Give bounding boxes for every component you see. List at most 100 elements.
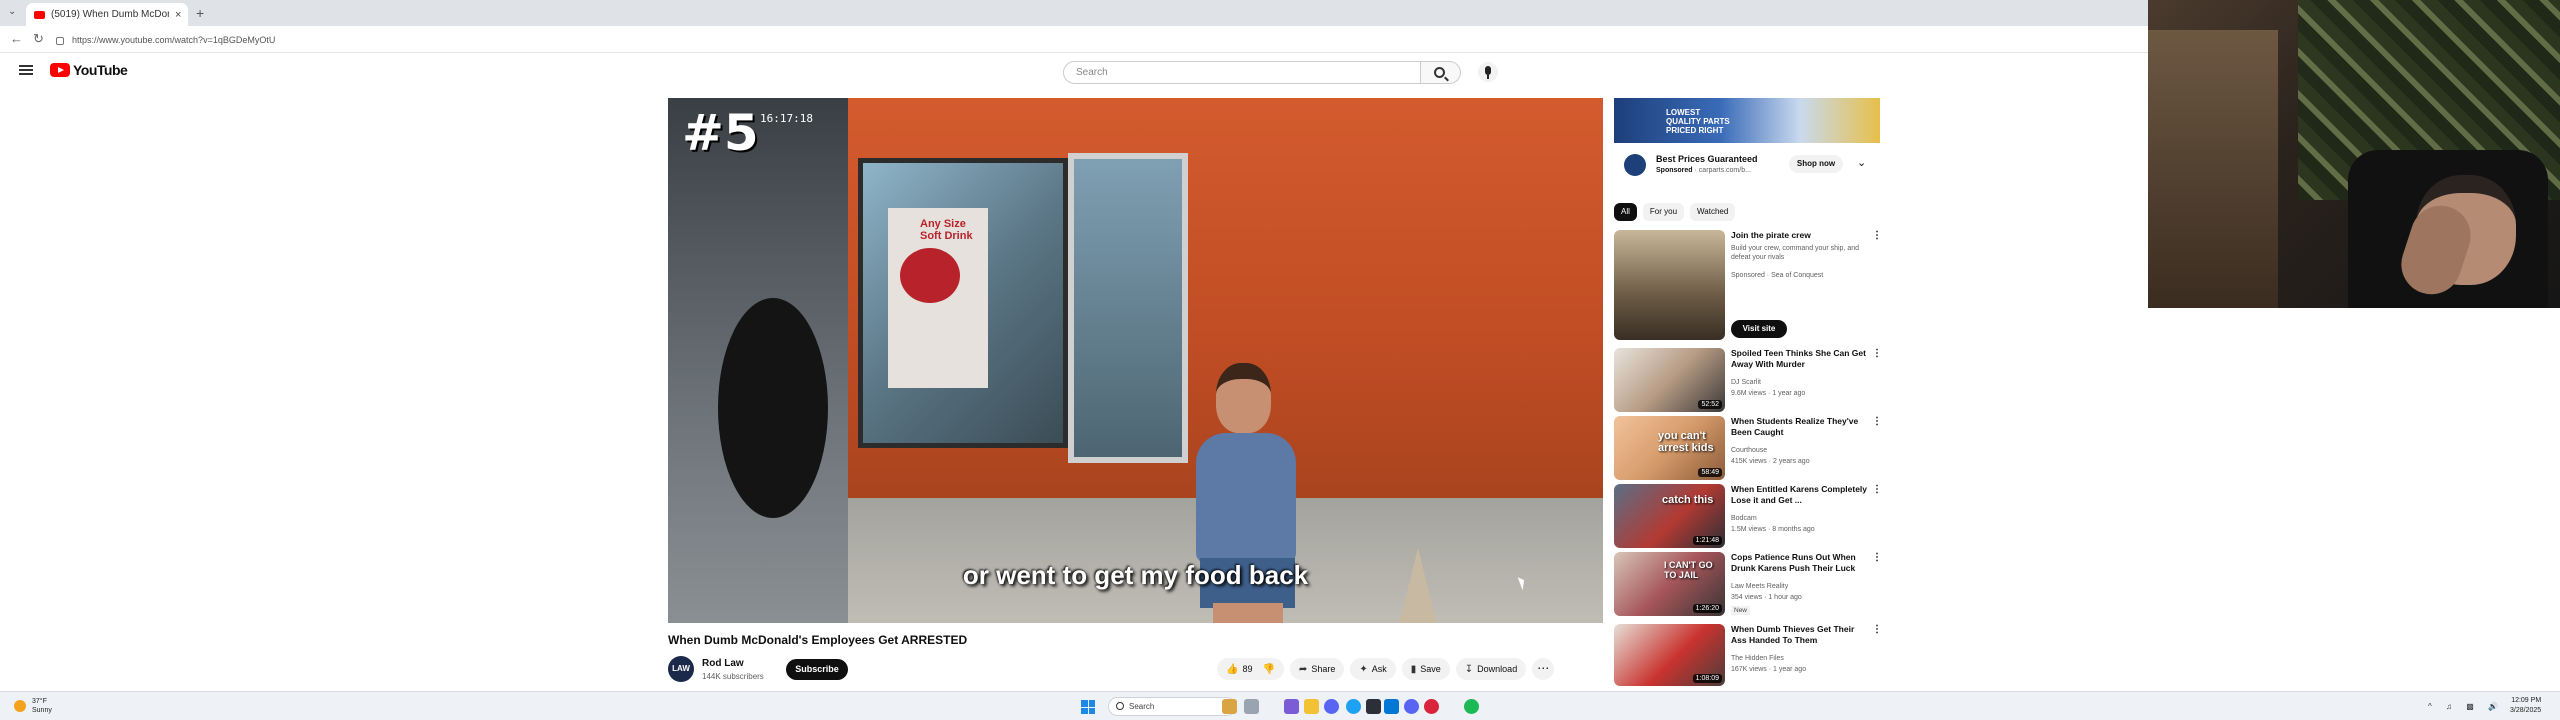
rec-thumbnail[interactable]: I CAN'T GO TO JAIL 1:26:20: [1614, 552, 1725, 616]
new-badge: New: [1731, 606, 1751, 615]
back-arrow-icon[interactable]: ←: [10, 31, 23, 46]
ad-expand-chevron-icon[interactable]: ⌄: [1857, 156, 1866, 169]
rec-meta: 415K views · 2 years ago: [1731, 458, 1810, 465]
weather-sun-icon[interactable]: [14, 700, 26, 712]
youtube-logo[interactable]: YouTube: [50, 62, 128, 78]
rec-channel[interactable]: Bodcam: [1731, 515, 1757, 522]
browser-tab[interactable]: (5019) When Dumb McDonald's Employees Ge…: [26, 3, 188, 26]
rec-more-icon[interactable]: ⋮: [1872, 484, 1882, 495]
taskbar-search[interactable]: Search: [1108, 697, 1236, 716]
rec-more-icon[interactable]: ⋮: [1872, 552, 1882, 563]
weather-widget[interactable]: 37°F Sunny: [32, 697, 52, 715]
new-tab-icon[interactable]: +: [196, 5, 204, 21]
store-icon[interactable]: [1384, 699, 1399, 714]
recommendation-item[interactable]: I CAN'T GO TO JAIL 1:26:20 Cops Patience…: [1614, 552, 1884, 618]
scene-officer-shadow: [718, 298, 828, 518]
rec-more-icon[interactable]: ⋮: [1872, 624, 1882, 635]
rec-channel[interactable]: Courthouse: [1731, 447, 1767, 454]
tab-list-chevron-icon[interactable]: ⌄: [8, 6, 16, 17]
rec-channel: Sponsored · Sea of Conquest: [1731, 272, 1824, 279]
save-button[interactable]: ▮ Save: [1401, 658, 1450, 680]
taskbar-clock[interactable]: 12:09 PM 3/28/2025: [2510, 696, 2541, 716]
recommendation-item[interactable]: catch this 1:21:48 When Entitled Karens …: [1614, 484, 1884, 550]
channel-name[interactable]: Rod Law: [702, 658, 744, 669]
download-label: Download: [1477, 664, 1518, 674]
shop-now-button[interactable]: Shop now: [1789, 155, 1843, 173]
recommendation-item[interactable]: you can't arrest kids 58:49 When Student…: [1614, 416, 1884, 482]
url-field[interactable]: https://www.youtube.com/watch?v=1qBGDeMy…: [56, 32, 1256, 48]
search-input[interactable]: Search: [1063, 61, 1421, 84]
rec-thumbnail[interactable]: you can't arrest kids 58:49: [1614, 416, 1725, 480]
recommendation-item[interactable]: 52:52 Spoiled Teen Thinks She Can Get Aw…: [1614, 348, 1884, 414]
ad-banner-image[interactable]: LOWEST QUALITY PARTS PRICED RIGHT: [1614, 98, 1880, 143]
edge-browser-icon[interactable]: [1346, 699, 1361, 714]
rec-duration: 58:49: [1698, 468, 1722, 477]
rec-channel[interactable]: The Hidden Files: [1731, 655, 1784, 662]
chip-watched[interactable]: Watched: [1690, 203, 1736, 221]
clock-date: 3/28/2025: [2510, 707, 2542, 714]
chip-for-you[interactable]: For you: [1642, 203, 1685, 221]
windows-start-icon[interactable]: [1081, 700, 1095, 714]
system-tray-icons[interactable]: ^ ♫ ▩ 🔊: [2428, 702, 2504, 711]
ask-button[interactable]: ✦ Ask: [1350, 658, 1396, 680]
weather-temp: 37°F: [32, 698, 47, 705]
like-count[interactable]: 89: [1242, 664, 1252, 674]
share-button[interactable]: ➦ Share: [1289, 658, 1345, 680]
thumbs-up-icon[interactable]: 👍: [1226, 664, 1238, 675]
spotify-icon[interactable]: [1464, 699, 1479, 714]
thumbs-down-icon[interactable]: 👎: [1262, 664, 1274, 675]
rec-channel[interactable]: DJ Scarlit: [1731, 379, 1761, 386]
rec-title[interactable]: Join the pirate crew: [1731, 230, 1871, 241]
advertiser-logo[interactable]: [1624, 154, 1646, 176]
search-icon: [1434, 67, 1445, 78]
rec-more-icon[interactable]: ⋮: [1872, 348, 1882, 359]
scene-person-shirt: [1196, 433, 1296, 563]
channel-avatar[interactable]: LAW: [668, 656, 694, 682]
rec-duration: 1:26:20: [1692, 604, 1722, 613]
media-app-icon[interactable]: [1424, 699, 1439, 714]
terminal-icon[interactable]: [1366, 699, 1381, 714]
video-actions: 👍 89 👎 ➦ Share ✦ Ask ▮ Save ↧ Download ⋯: [1217, 658, 1555, 680]
rec-title[interactable]: When Students Realize They've Been Caugh…: [1731, 416, 1871, 438]
rec-channel[interactable]: Law Meets Reality: [1731, 583, 1788, 590]
rec-thumbnail[interactable]: 52:52: [1614, 348, 1725, 412]
menu-icon[interactable]: [19, 65, 33, 75]
windows-taskbar: 37°F Sunny Search ^ ♫ ▩ 🔊 12:09 PM 3/28/…: [0, 691, 2560, 720]
reload-icon[interactable]: ↻: [33, 31, 44, 47]
discord-icon[interactable]: [1324, 699, 1339, 714]
rec-thumbnail[interactable]: 1:08:09: [1614, 624, 1725, 686]
taskbar-widget-icon[interactable]: [1222, 699, 1237, 714]
app-icon[interactable]: [1284, 699, 1299, 714]
rec-duration: 1:08:09: [1692, 674, 1722, 683]
ad-sponsor-line: Sponsored · carparts.com/b...: [1656, 167, 1751, 174]
sponsored-game-card[interactable]: Join the pirate crew Build your crew, co…: [1614, 230, 1884, 344]
download-button[interactable]: ↧ Download: [1455, 658, 1527, 680]
rec-title[interactable]: When Entitled Karens Completely Lose it …: [1731, 484, 1871, 506]
rec-title[interactable]: Cops Patience Runs Out When Drunk Karens…: [1731, 552, 1871, 574]
more-actions-icon[interactable]: ⋯: [1532, 658, 1555, 680]
rec-thumbnail[interactable]: catch this 1:21:48: [1614, 484, 1725, 548]
rec-title[interactable]: Spoiled Teen Thinks She Can Get Away Wit…: [1731, 348, 1871, 370]
rec-more-icon[interactable]: ⋮: [1872, 416, 1882, 427]
subscribe-button[interactable]: Subscribe: [786, 659, 848, 680]
task-view-icon[interactable]: [1244, 699, 1259, 714]
chat-app-icon[interactable]: [1404, 699, 1419, 714]
clock-time: 12:09 PM: [2511, 697, 2542, 704]
search-button[interactable]: [1421, 61, 1461, 84]
ad-title[interactable]: Best Prices Guaranteed: [1656, 154, 1758, 164]
chip-all[interactable]: All: [1614, 203, 1637, 221]
webcam-background-door: [2148, 30, 2278, 308]
recommendation-item[interactable]: 1:08:09 When Dumb Thieves Get Their Ass …: [1614, 624, 1884, 688]
video-timestamp-overlay: 16:17:18: [760, 112, 813, 125]
visit-site-button[interactable]: Visit site: [1731, 320, 1787, 338]
sponsored-thumbnail[interactable]: [1614, 230, 1725, 340]
voice-search-mic-icon[interactable]: [1478, 62, 1498, 82]
video-player[interactable]: Any Size Soft Drink #5 16:17:18 or went …: [668, 98, 1603, 623]
rec-more-icon[interactable]: ⋮: [1872, 230, 1882, 241]
file-explorer-icon[interactable]: [1304, 699, 1319, 714]
tab-close-icon[interactable]: ×: [175, 9, 181, 21]
rec-title[interactable]: When Dumb Thieves Get Their Ass Handed T…: [1731, 624, 1871, 646]
rec-meta: 167K views · 1 year ago: [1731, 666, 1807, 673]
scene-sign-text: Any Size Soft Drink: [920, 218, 973, 242]
subscriber-count: 144K subscribers: [702, 672, 764, 681]
